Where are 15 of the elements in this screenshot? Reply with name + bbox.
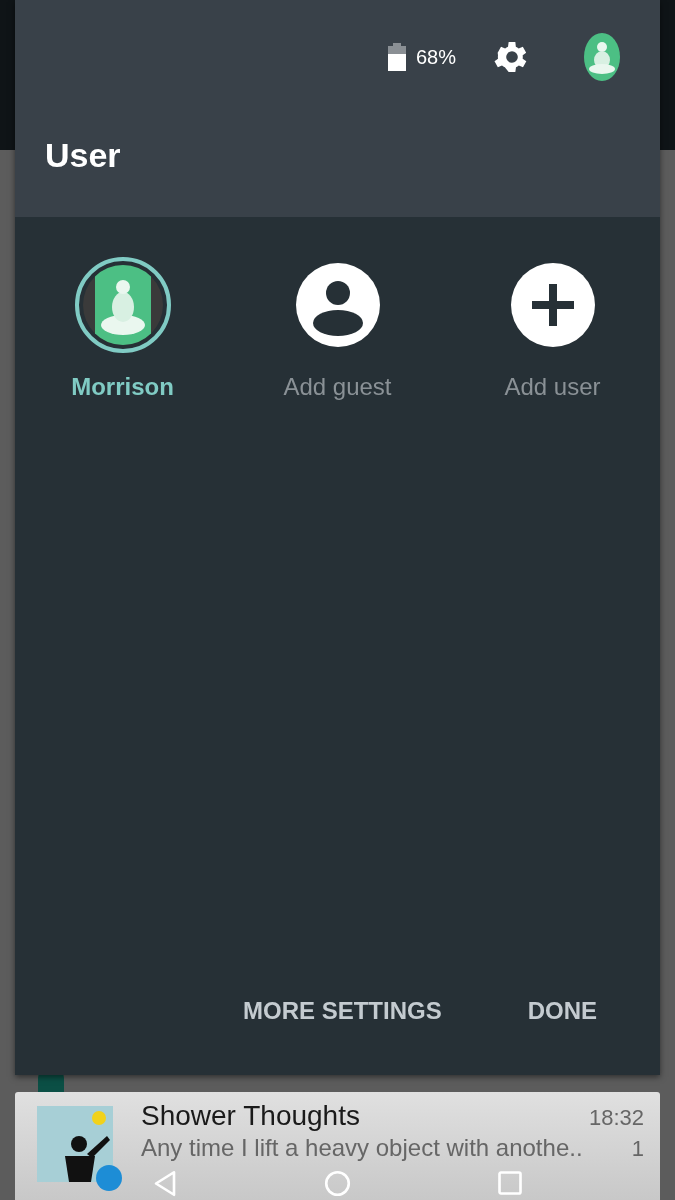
battery-percent: 68% (415, 45, 456, 69)
notification-title: Shower Thoughts (141, 1100, 360, 1132)
user-label: Add user (504, 373, 601, 401)
battery-icon (387, 43, 406, 71)
more-settings-button[interactable]: MORE SETTINGS (242, 993, 442, 1029)
user-label: Morrison (71, 373, 174, 401)
notification-text: Any time I lift a heavy object with anothe.. (141, 1134, 583, 1162)
done-button[interactable]: DONE (527, 993, 597, 1029)
person-icon (295, 263, 380, 347)
add-icon (510, 263, 595, 347)
user-avatar[interactable] (74, 257, 171, 353)
user-label: Add guest (283, 373, 392, 401)
notification-count: 1 (631, 1136, 644, 1162)
panel-title: User (44, 136, 122, 175)
notification-time: 18:32 (588, 1105, 644, 1131)
